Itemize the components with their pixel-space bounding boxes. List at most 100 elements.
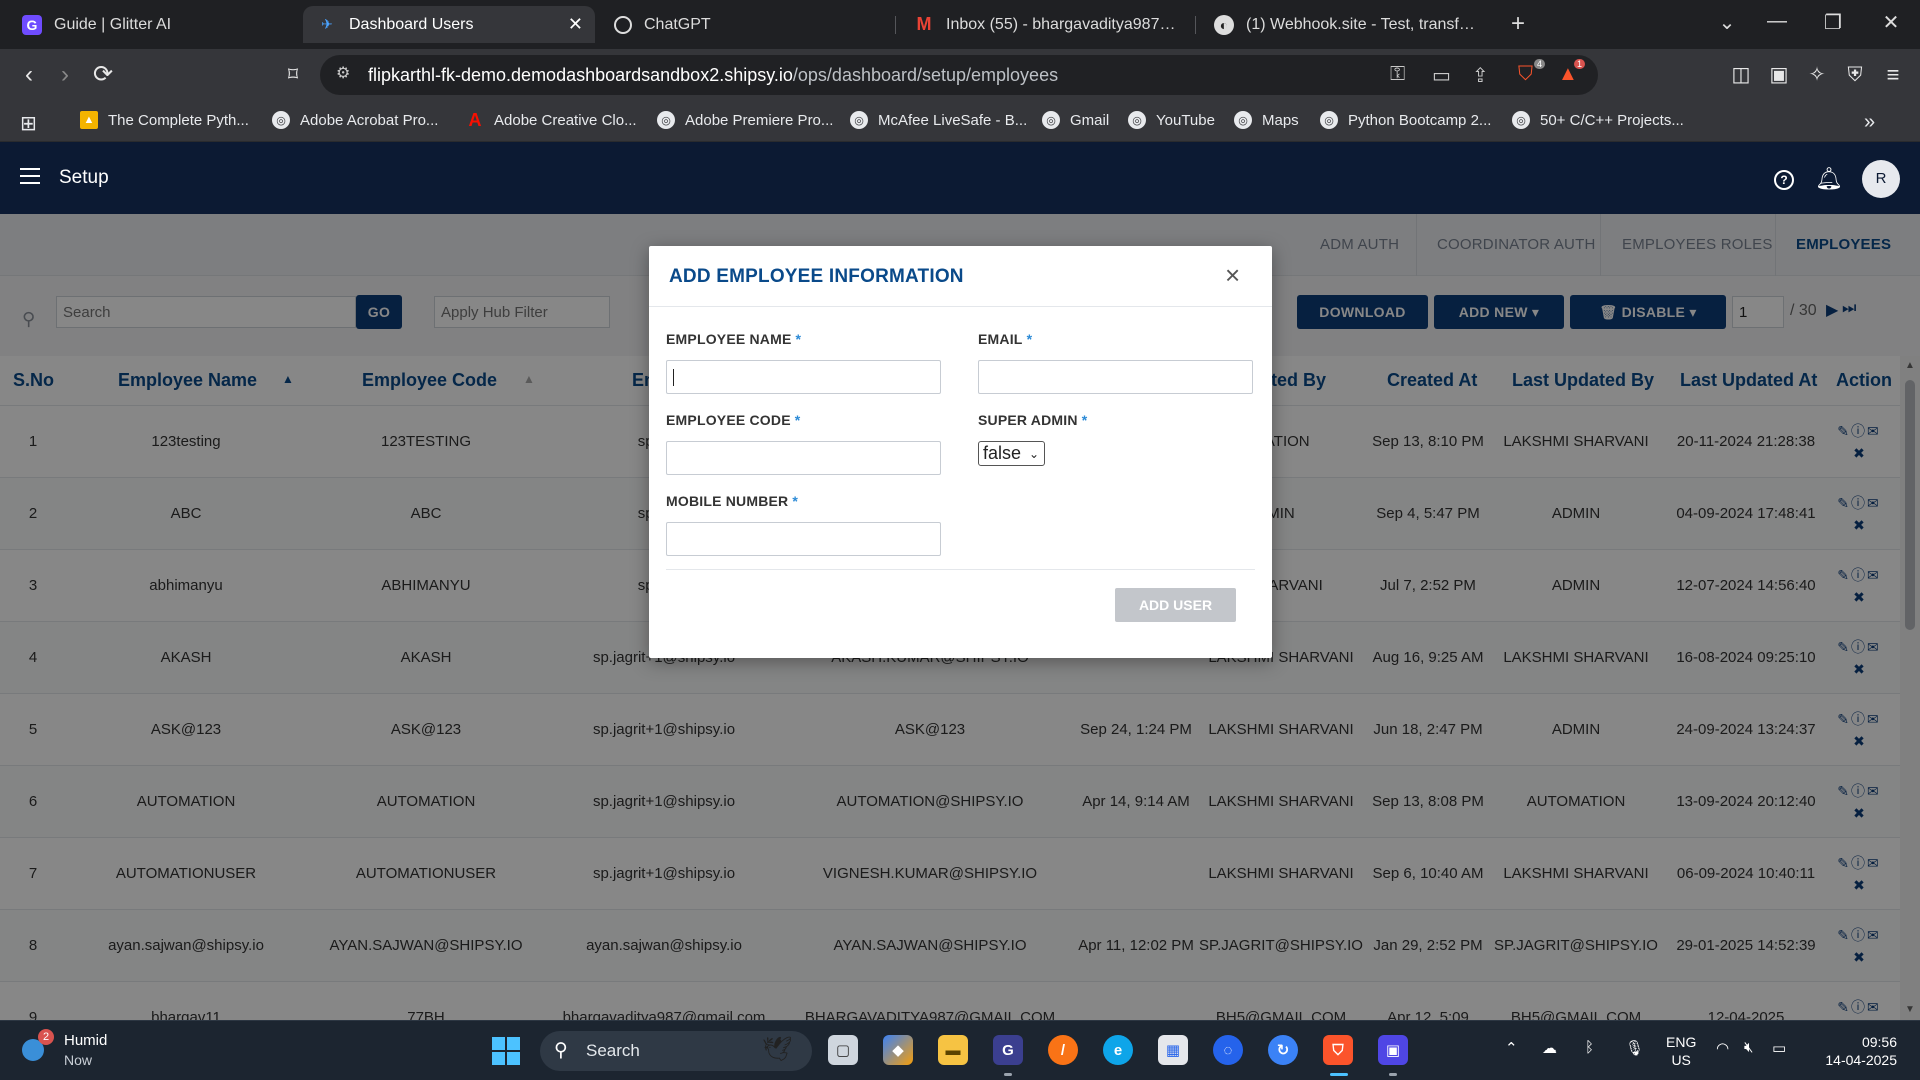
super-admin-label: SUPER ADMIN * <box>978 412 1088 428</box>
store-icon[interactable]: ▦ <box>1158 1035 1188 1065</box>
bookmark-item[interactable]: ◎ Maps <box>1234 111 1299 129</box>
hamburger-menu-icon[interactable] <box>20 168 40 184</box>
site-settings-icon[interactable]: ⚙ <box>336 63 350 83</box>
quick-assist-icon[interactable]: ◌ <box>1213 1035 1243 1065</box>
help-icon[interactable]: ? <box>1774 170 1794 190</box>
gmail-icon: M <box>916 14 932 34</box>
cast-icon[interactable]: ▭ <box>1432 63 1451 88</box>
brave-shield-badge: 4 <box>1534 59 1546 69</box>
task-view-icon[interactable]: ▢ <box>828 1035 858 1065</box>
sidebar-icon[interactable]: ◫ <box>1726 61 1756 89</box>
bookmark-item[interactable]: ◎ Adobe Acrobat Pro... <box>272 111 438 129</box>
email-field[interactable] <box>978 360 1253 394</box>
copilot-icon[interactable]: ◆ <box>883 1035 913 1065</box>
forward-icon[interactable]: › <box>50 61 80 89</box>
mobile-number-field[interactable] <box>666 522 941 556</box>
bookmark-item[interactable]: ◎ McAfee LiveSafe - B... <box>850 111 1027 129</box>
notification-bell-icon[interactable]: 🔔︎ <box>1815 166 1843 192</box>
tab-chatgpt[interactable]: ChatGPT <box>600 6 890 43</box>
onedrive-icon[interactable]: ☁ <box>1542 1039 1557 1057</box>
google-drive-icon: ▲ <box>80 111 98 129</box>
language-indicator[interactable]: ENG US <box>1666 1033 1696 1069</box>
password-key-icon[interactable]: ⚿ <box>1390 63 1405 86</box>
bookmark-item[interactable]: ▲ The Complete Pyth... <box>80 111 249 129</box>
globe-icon: ◎ <box>1512 111 1530 129</box>
globe-icon: ◎ <box>1320 111 1338 129</box>
volume-mute-icon[interactable]: 🔇︎ <box>1744 1039 1753 1056</box>
avatar[interactable]: R <box>1862 160 1900 198</box>
add-employee-modal: ADD EMPLOYEE INFORMATION × EMPLOYEE NAME… <box>649 246 1272 658</box>
chatgpt-icon <box>614 15 632 34</box>
battery-icon[interactable]: ▭ <box>1772 1039 1786 1057</box>
file-explorer-icon[interactable]: ▬ <box>938 1035 968 1065</box>
globe-icon: ◎ <box>1042 111 1060 129</box>
minimize-icon[interactable]: — <box>1762 10 1792 33</box>
edge-icon[interactable]: e <box>1103 1035 1133 1065</box>
modal-title: ADD EMPLOYEE INFORMATION <box>669 266 964 287</box>
tray-expand-icon[interactable]: ⌃ <box>1505 1039 1518 1057</box>
bookmark-item[interactable]: ◎ 50+ C/C++ Projects... <box>1512 111 1684 129</box>
bookmark-item[interactable]: ◎ Gmail <box>1042 111 1109 129</box>
tab-gmail[interactable]: M Inbox (55) - bhargavaditya987@gm <box>900 6 1190 43</box>
adobe-icon: A <box>468 109 482 130</box>
more-bookmarks-icon[interactable]: » <box>1864 111 1875 134</box>
browser-tab-strip: G Guide | Glitter AI ✈ Dashboard Users ✕… <box>0 0 1920 49</box>
address-bar[interactable]: ⚙ flipkarthl-fk-demo.demodashboardsandbo… <box>320 55 1598 95</box>
globe-icon: ◎ <box>1234 111 1252 129</box>
shipsy-icon: ✈ <box>321 16 333 32</box>
brave-beta-icon[interactable]: / <box>1048 1035 1078 1065</box>
apps-grid-icon[interactable]: ⊞ <box>20 111 37 136</box>
brave-shield-icon[interactable]: ⛉ <box>1518 63 1533 86</box>
rewards-badge: 1 <box>1574 59 1586 69</box>
bookmarks-bar: ⊞ ▲ The Complete Pyth... ◎ Adobe Acrobat P… <box>0 102 1920 142</box>
bookmark-icon[interactable]: ⌑ <box>278 61 308 89</box>
remote-app-icon[interactable]: ▣ <box>1378 1035 1408 1065</box>
add-user-button[interactable]: ADD USER <box>1115 588 1236 622</box>
brave-icon[interactable]: ⛉ <box>1323 1035 1353 1065</box>
wallet-icon[interactable]: ▣ <box>1764 61 1794 89</box>
bookmark-item[interactable]: ◎ YouTube <box>1128 111 1215 129</box>
globe-icon: ◎ <box>657 111 675 129</box>
close-tab-icon[interactable]: ✕ <box>568 14 583 35</box>
bird-icon: 🕊︎ <box>762 1036 793 1063</box>
globe-icon: ◎ <box>272 111 290 129</box>
bookmark-item[interactable]: ◎ Python Bootcamp 2... <box>1320 111 1491 129</box>
globe-icon: ◎ <box>850 111 868 129</box>
mobile-number-label: MOBILE NUMBER * <box>666 493 799 509</box>
wifi-icon[interactable]: ◠ <box>1716 1039 1729 1057</box>
taskbar: 2 Humid Now ⚲ Search 🕊︎ ▢ ◆ ▬ G / e ▦ ◌ … <box>0 1020 1920 1080</box>
super-admin-select[interactable]: false ⌄ <box>978 441 1045 466</box>
bluetooth-icon[interactable]: ᛒ <box>1585 1039 1594 1056</box>
share-icon[interactable]: ⇪ <box>1472 63 1489 88</box>
search-icon: ⚲ <box>554 1040 568 1061</box>
page-title: Setup <box>59 167 109 188</box>
clock[interactable]: 09:56 14-04-2025 <box>1817 1033 1897 1069</box>
close-icon[interactable]: × <box>1225 262 1240 288</box>
taskbar-search[interactable]: ⚲ Search 🕊︎ <box>540 1031 812 1071</box>
back-icon[interactable]: ‹ <box>14 61 44 89</box>
employee-code-field[interactable] <box>666 441 941 475</box>
tab-dashboard-users[interactable]: ✈ Dashboard Users ✕ <box>303 6 595 43</box>
windows-start-icon[interactable] <box>492 1037 520 1065</box>
employee-code-label: EMPLOYEE CODE * <box>666 412 801 428</box>
employee-name-field[interactable] <box>666 360 941 394</box>
tab-webhook[interactable]: ◐ (1) Webhook.site - Test, transform a <box>1200 6 1490 43</box>
bookmark-item[interactable]: ◎ Adobe Premiere Pro... <box>657 111 833 129</box>
glitter-app-icon[interactable]: G <box>993 1035 1023 1065</box>
weather-badge: 2 <box>38 1029 54 1045</box>
tab-glitter[interactable]: G Guide | Glitter AI <box>8 6 298 43</box>
new-tab-icon[interactable]: + <box>1503 10 1533 38</box>
reload-icon[interactable]: ⟳ <box>88 61 118 89</box>
vpn-icon[interactable]: ⛨ <box>1840 61 1870 89</box>
maximize-icon[interactable]: ❐ <box>1818 10 1848 35</box>
tab-search-chevron-icon[interactable]: ⌄ <box>1712 10 1742 35</box>
url-text[interactable]: flipkarthl-fk-demo.demodashboardsandbox2… <box>368 65 1058 86</box>
menu-icon[interactable]: ≡ <box>1878 61 1908 89</box>
window-close-icon[interactable]: ✕ <box>1876 10 1906 35</box>
bookmark-item[interactable]: A Adobe Creative Clo... <box>466 109 637 130</box>
sync-icon[interactable]: ↻ <box>1268 1035 1298 1065</box>
globe-icon: ◎ <box>1128 111 1146 129</box>
leo-ai-icon[interactable]: ✧ <box>1802 61 1832 89</box>
microphone-icon[interactable]: 🎙︎ <box>1625 1039 1644 1057</box>
browser-nav-bar: ‹ › ⟳ ⌑ ⚙ flipkarthl-fk-demo.demodashboa… <box>0 49 1920 102</box>
